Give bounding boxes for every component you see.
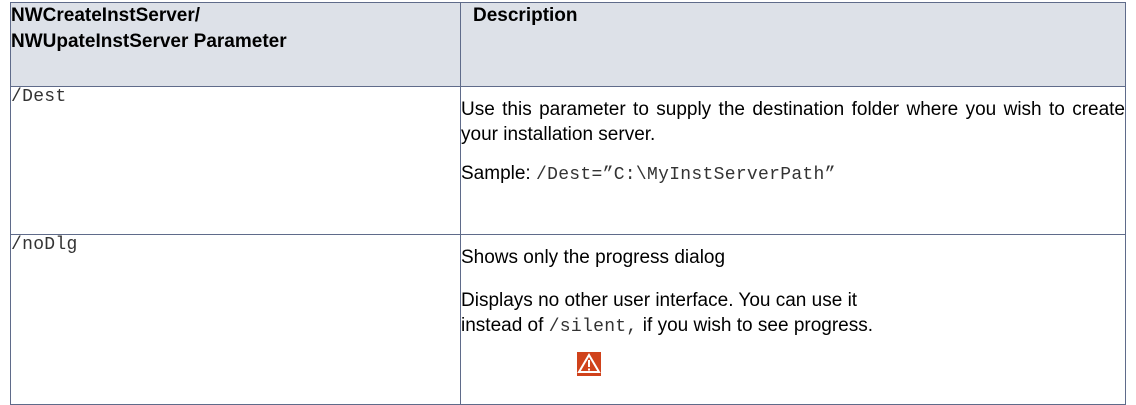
sample-line: Sample: /Dest=”C:\MyInstServerPath”	[461, 161, 1125, 200]
sample-value: /Dest=”C:\MyInstServerPath”	[535, 165, 836, 185]
param-name: /Dest	[11, 87, 67, 107]
table-row: /Dest Use this parameter to supply the d…	[10, 86, 1126, 235]
description-column-header: Description	[460, 2, 1126, 87]
description-line2c: if you wish to see progress.	[642, 315, 874, 336]
param-header-line2: NWUpateInstServer Parameter	[11, 31, 287, 52]
description-line2b: instead of	[461, 315, 544, 336]
param-header-line1: NWCreateInstServer/	[11, 5, 201, 26]
description-cell: Shows only the progress dialog Displays …	[460, 234, 1126, 405]
param-column-header: NWCreateInstServer/ NWUpateInstServer Pa…	[10, 2, 461, 87]
description-text: Use this parameter to supply the destina…	[461, 99, 1125, 145]
sample-label: Sample:	[461, 163, 531, 184]
description-text-2: Displays no other user interface. You ca…	[461, 288, 1125, 340]
param-name: /noDlg	[11, 235, 78, 255]
parameter-table: NWCreateInstServer/ NWUpateInstServer Pa…	[10, 2, 1126, 405]
warning-icon	[577, 352, 601, 376]
code-silent: /silent,	[548, 317, 638, 337]
param-cell: /noDlg	[10, 234, 461, 405]
param-cell: /Dest	[10, 86, 461, 235]
description-cell: Use this parameter to supply the destina…	[460, 86, 1126, 235]
description-line2a: Displays no other user interface. You ca…	[461, 290, 858, 311]
description-text: Shows only the progress dialog	[461, 247, 726, 268]
table-header-row: NWCreateInstServer/ NWUpateInstServer Pa…	[10, 2, 1126, 87]
warning-note	[461, 352, 1125, 382]
table-row: /noDlg Shows only the progress dialog Di…	[10, 234, 1126, 405]
